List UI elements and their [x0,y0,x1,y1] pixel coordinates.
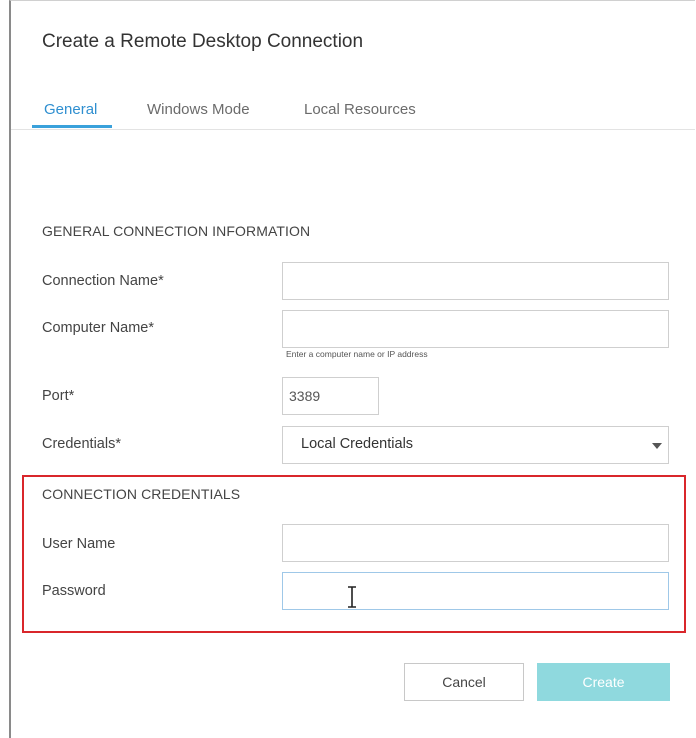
port-label: Port* [42,388,75,404]
tab-bar: General Windows Mode Local Resources [11,99,695,130]
credentials-label: Credentials* [42,436,121,452]
cancel-button[interactable]: Cancel [404,663,524,701]
general-section-title: GENERAL CONNECTION INFORMATION [42,223,311,239]
active-tab-indicator [32,125,112,128]
credentials-select[interactable]: Local Credentials [282,426,669,464]
port-input[interactable] [282,377,379,415]
connection-name-label: Connection Name* [42,273,164,289]
dialog-title: Create a Remote Desktop Connection [42,31,364,52]
text-cursor-icon [348,586,356,608]
tab-general[interactable]: General [44,101,97,118]
user-name-label: User Name [42,536,116,552]
computer-name-hint: Enter a computer name or IP address [286,349,428,359]
user-name-input[interactable] [282,524,669,562]
credentials-selected-value: Local Credentials [301,436,414,452]
tab-local-resources[interactable]: Local Resources [304,101,416,118]
remote-desktop-dialog: Create a Remote Desktop Connection Gener… [9,0,695,738]
password-input[interactable] [282,572,669,610]
tab-windows-mode[interactable]: Windows Mode [147,101,250,118]
computer-name-input[interactable] [282,310,669,348]
password-label: Password [42,583,106,599]
computer-name-label: Computer Name* [42,320,155,336]
connection-name-input[interactable] [282,262,669,300]
chevron-down-icon [652,443,662,449]
create-button[interactable]: Create [537,663,670,701]
connection-credentials-section-title: CONNECTION CREDENTIALS [42,486,241,502]
